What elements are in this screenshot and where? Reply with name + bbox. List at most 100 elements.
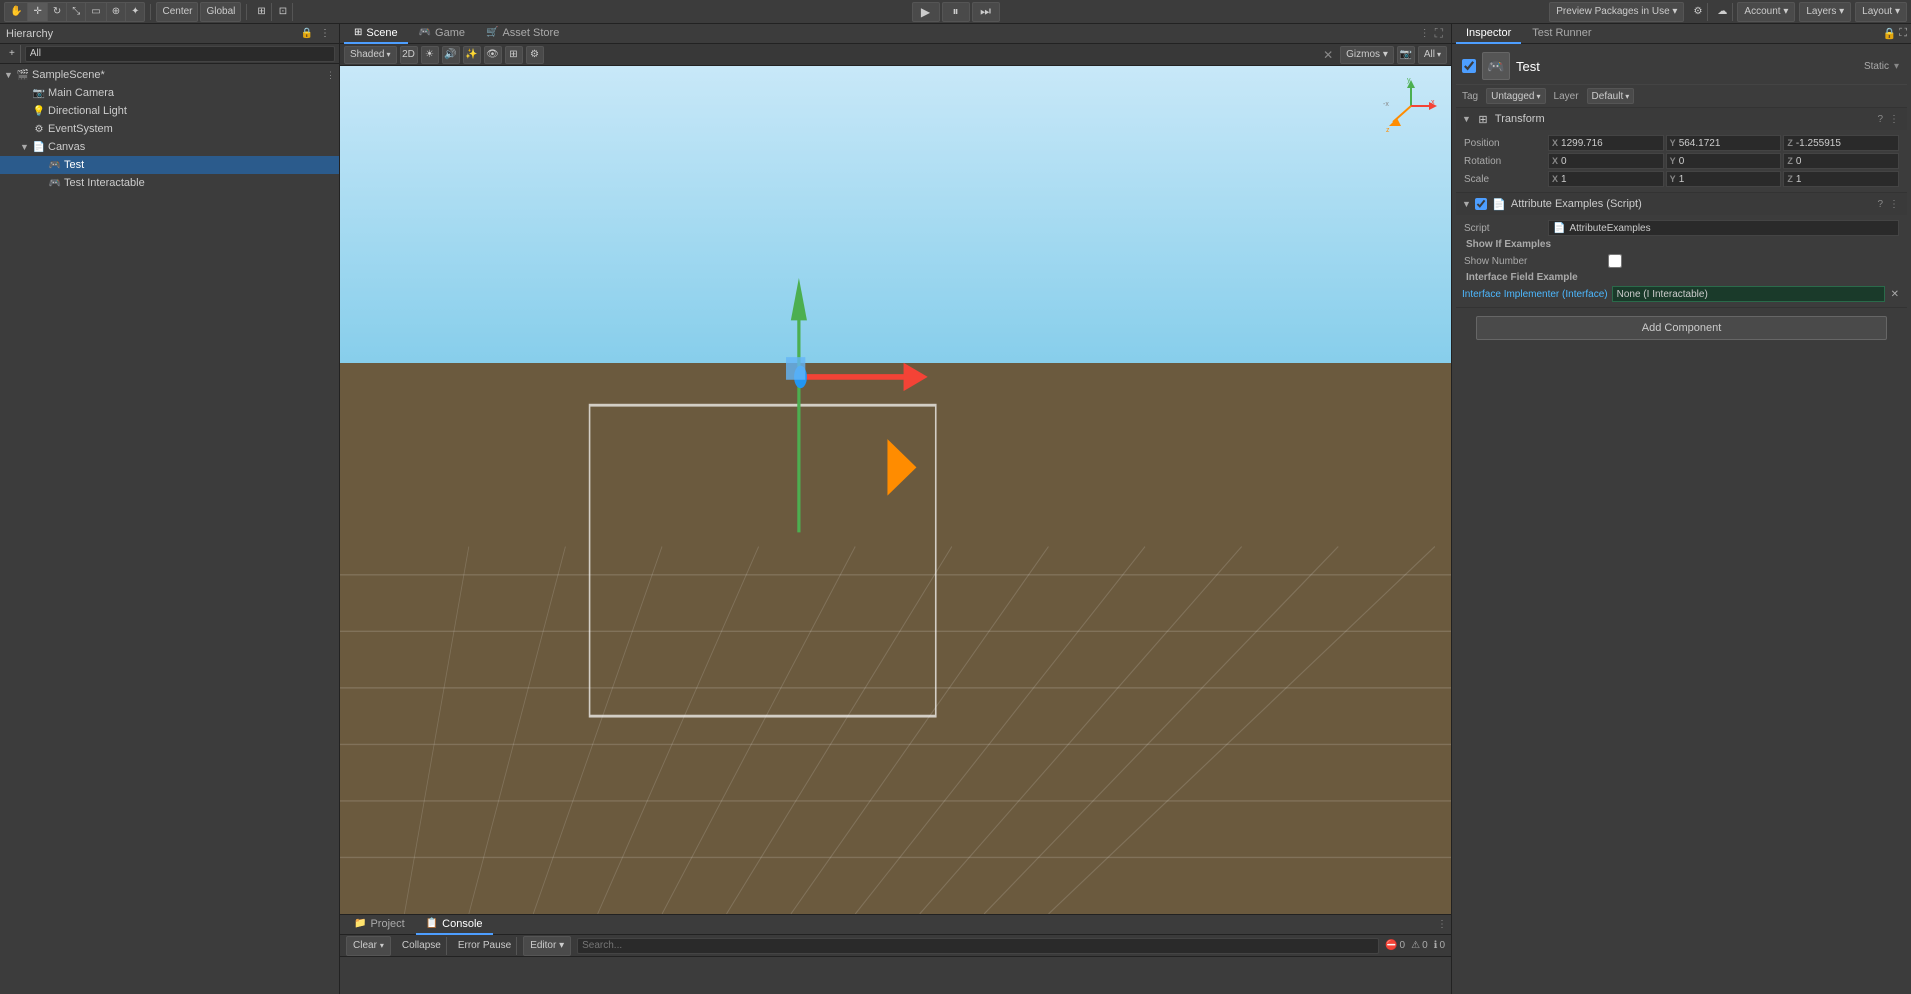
preview-packages-btn[interactable]: Preview Packages in Use ▾: [1549, 2, 1684, 22]
hand-tool-btn[interactable]: ✋: [5, 3, 28, 21]
tag-dropdown[interactable]: Untagged ▾: [1486, 88, 1545, 104]
2d-btn[interactable]: 2D: [400, 46, 418, 64]
pos-x-field[interactable]: X 1299.716: [1548, 135, 1664, 151]
global-btn[interactable]: Global: [200, 2, 241, 22]
scene-viewport[interactable]: -x y x z: [340, 66, 1451, 914]
audio-btn[interactable]: 🔊: [442, 46, 460, 64]
hierarchy-menu-btn[interactable]: ⋮: [317, 26, 333, 42]
scale-x-field[interactable]: X 1: [1548, 171, 1664, 187]
tab-test-runner[interactable]: Test Runner: [1522, 24, 1601, 44]
hierarchy-item-canvas[interactable]: ▼ 📄 Canvas: [0, 138, 339, 156]
custom-tool-btn[interactable]: ✦: [126, 3, 144, 21]
layout-label: Layout ▾: [1862, 6, 1900, 17]
inspector-maximize-btn[interactable]: ⛶: [1899, 27, 1907, 40]
rot-y-val: 0: [1679, 156, 1685, 167]
show-number-checkbox[interactable]: [1608, 254, 1622, 268]
hierarchy-item-maincamera[interactable]: 📷 Main Camera: [0, 84, 339, 102]
fx-btn[interactable]: ✨: [463, 46, 481, 64]
layout-btn[interactable]: Layout ▾: [1855, 2, 1907, 22]
lighting-btn[interactable]: ☀: [421, 46, 439, 64]
icon-samplescene: 🎬: [16, 70, 30, 81]
scene-tools-btn[interactable]: ⚙: [526, 46, 544, 64]
grid-overlay-btn[interactable]: ⊞: [505, 46, 523, 64]
scene-visibility-btn[interactable]: 👁: [484, 46, 502, 64]
hierarchy-item-test[interactable]: 🎮 Test: [0, 156, 339, 174]
add-btn[interactable]: +: [4, 45, 21, 63]
camera-btn[interactable]: 📷: [1397, 46, 1415, 64]
hierarchy-item-dirlight[interactable]: 💡 Directional Light: [0, 102, 339, 120]
account-btn[interactable]: Account ▾: [1737, 2, 1795, 22]
error-pause-btn[interactable]: Error Pause: [453, 937, 517, 955]
grid-btn[interactable]: ⊡: [274, 3, 293, 21]
tab-asset-store[interactable]: 🛒 Asset Store: [476, 24, 569, 44]
interface-x-btn[interactable]: ✕: [1889, 289, 1901, 300]
attribute-examples-header[interactable]: ▼ 📄 Attribute Examples (Script) ? ⋮: [1456, 193, 1907, 215]
scale-y-field[interactable]: Y 1: [1666, 171, 1782, 187]
test-runner-tab-label: Test Runner: [1532, 27, 1591, 39]
layers-btn[interactable]: Layers ▾: [1799, 2, 1851, 22]
viewport-maximize-btn[interactable]: ⛶: [1431, 26, 1447, 41]
all-tool-btn[interactable]: ⊕: [107, 3, 126, 21]
tab-game[interactable]: 🎮 Game: [409, 24, 475, 44]
tab-scene[interactable]: ⊞ Scene: [344, 24, 408, 44]
project-tab-icon: 📁: [354, 918, 366, 929]
rect-tool-btn[interactable]: ▭: [86, 3, 106, 21]
center-btn[interactable]: Center: [156, 2, 198, 22]
console-tab-options[interactable]: ⋮: [1437, 919, 1447, 930]
hierarchy-item-testinteractable[interactable]: 🎮 Test Interactable: [0, 174, 339, 192]
viewport-tab-options[interactable]: ⋮: [1420, 28, 1430, 39]
pos-y-field[interactable]: Y 564.1721: [1666, 135, 1782, 151]
collapse-btn[interactable]: Collapse: [397, 937, 447, 955]
editor-btn[interactable]: Editor ▾: [523, 936, 571, 956]
transform-info-btn[interactable]: ?: [1875, 114, 1885, 125]
go-static-btn[interactable]: ▾: [1892, 61, 1901, 72]
center-area: ⊞ Scene 🎮 Game 🛒 Asset Store ⋮ ⛶ Shaded …: [340, 24, 1451, 994]
axis-gizmo-svg: -x y x z: [1381, 76, 1441, 136]
add-component-btn[interactable]: Add Component: [1476, 316, 1887, 340]
rot-y-field[interactable]: Y 0: [1666, 153, 1782, 169]
tab-inspector[interactable]: Inspector: [1456, 24, 1521, 44]
message-icon: ℹ: [1434, 940, 1438, 951]
snap-btn[interactable]: ⊞: [252, 3, 271, 21]
clear-btn[interactable]: Clear ▾: [346, 936, 391, 956]
show-number-label: Show Number: [1464, 256, 1604, 267]
attr-settings-btn[interactable]: ⋮: [1887, 199, 1901, 210]
script-field[interactable]: 📄 AttributeExamples: [1548, 220, 1899, 236]
options-samplescene[interactable]: ⋮: [326, 70, 335, 81]
pause-btn[interactable]: ⏸: [942, 2, 970, 22]
interface-label[interactable]: Interface Implementer (Interface): [1462, 289, 1608, 300]
axis-gizmo[interactable]: -x y x z: [1381, 76, 1441, 136]
tab-project[interactable]: 📁 Project: [344, 915, 415, 935]
scale-tool-btn[interactable]: ⤡: [67, 3, 86, 21]
inspector-tabs: Inspector Test Runner 🔒 ⛶: [1452, 24, 1911, 44]
rot-z-field[interactable]: Z 0: [1783, 153, 1899, 169]
transform-settings-btn[interactable]: ⋮: [1887, 114, 1901, 125]
interface-value-field[interactable]: None (I Interactable): [1612, 286, 1885, 302]
cloud-icon[interactable]: ☁: [1712, 3, 1733, 21]
inspector-lock-btn[interactable]: 🔒: [1883, 27, 1897, 40]
tab-console[interactable]: 📋 Console: [416, 915, 493, 935]
collab-icon[interactable]: ⚙: [1688, 3, 1708, 21]
attr-info-btn[interactable]: ?: [1875, 199, 1885, 210]
shade-dropdown[interactable]: Shaded ▾: [344, 46, 397, 64]
rotate-tool-btn[interactable]: ↻: [48, 3, 67, 21]
scale-z-field[interactable]: Z 1: [1783, 171, 1899, 187]
vp-close-btn[interactable]: ✕: [1319, 48, 1337, 62]
hierarchy-search[interactable]: [25, 46, 335, 62]
layer-dropdown[interactable]: Default ▾: [1587, 88, 1635, 104]
transform-header[interactable]: ▼ ⊞ Transform ? ⋮: [1456, 108, 1907, 130]
rot-x-field[interactable]: X 0: [1548, 153, 1664, 169]
hierarchy-lock-btn[interactable]: 🔒: [299, 26, 315, 42]
attr-active-checkbox[interactable]: [1475, 198, 1487, 210]
step-btn[interactable]: ⏭: [972, 2, 1000, 22]
search-all-dropdown[interactable]: All ▾: [1418, 46, 1447, 64]
pos-z-field[interactable]: Z -1.255915: [1783, 135, 1899, 151]
hierarchy-item-eventsystem[interactable]: ⚙ EventSystem: [0, 120, 339, 138]
console-search[interactable]: [577, 938, 1379, 954]
scale-z-val: 1: [1796, 174, 1802, 185]
play-btn[interactable]: ▶: [912, 2, 940, 22]
go-active-checkbox[interactable]: [1462, 59, 1476, 73]
hierarchy-item-samplescene[interactable]: ▼ 🎬 SampleScene* ⋮: [0, 66, 339, 84]
move-tool-btn[interactable]: ✛: [28, 3, 47, 21]
gizmos-btn[interactable]: Gizmos ▾: [1340, 46, 1394, 64]
